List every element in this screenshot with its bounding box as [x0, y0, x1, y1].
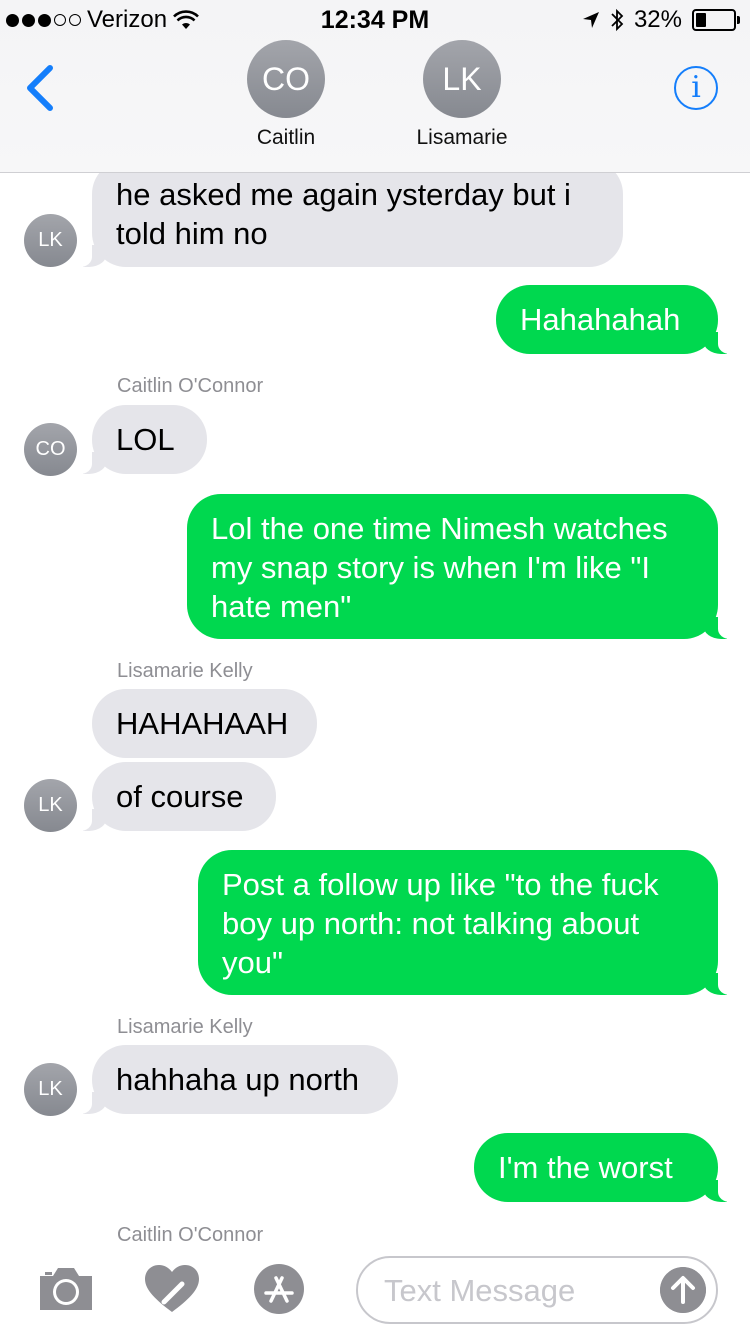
send-arrow-icon[interactable] — [660, 1267, 706, 1313]
status-bar: Verizon 12:34 PM 32% — [0, 0, 750, 40]
battery-percentage: 32% — [633, 6, 682, 33]
sender-avatar[interactable]: LK — [24, 214, 77, 267]
battery-icon — [692, 9, 740, 31]
message-bubble[interactable]: HAHAHAAH — [92, 689, 317, 758]
message-input[interactable]: Text Message — [356, 1256, 718, 1324]
message-line: Hahahahah — [520, 302, 681, 337]
message-line: I'm the worst — [498, 1150, 673, 1185]
message-line: HAHAHAAH — [116, 706, 289, 741]
sender-avatar[interactable]: LK — [24, 779, 77, 832]
sender-avatar[interactable]: LK — [24, 1063, 77, 1116]
message-bubble[interactable]: Lol the one time Nimesh watches my snap … — [187, 494, 736, 639]
message-line: of course — [116, 779, 244, 814]
contact-name: Caitlin — [256, 126, 316, 149]
camera-icon[interactable] — [36, 1262, 96, 1316]
message-line: you" — [222, 945, 283, 980]
message-bubble[interactable]: Post a follow up like "to the fuck boy u… — [198, 850, 736, 995]
message-line: hate men" — [211, 589, 352, 624]
message-line: hahhaha up north — [116, 1062, 360, 1097]
sender-name: Caitlin O'Connor — [117, 1224, 264, 1246]
contact-lisamarie[interactable]: LK Lisamarie — [407, 40, 517, 150]
message-line: boy up north: not talking about — [222, 906, 640, 941]
contact-avatar: LK — [423, 40, 501, 118]
info-icon[interactable]: i — [674, 66, 718, 110]
app-store-icon[interactable] — [249, 1262, 309, 1316]
message-bubble[interactable]: Hahahahah — [496, 285, 736, 354]
conversation-header: Verizon 12:34 PM 32% CO Caitlin LK Lisam… — [0, 0, 750, 173]
message-line: my snap story is when I'm like "I — [211, 550, 650, 585]
message-bubble[interactable]: I'm the worst — [474, 1133, 736, 1202]
message-line: told him no — [116, 216, 268, 251]
location-arrow-icon — [582, 12, 599, 28]
back-chevron-icon[interactable] — [22, 64, 62, 112]
message-bubble[interactable]: LOL — [74, 405, 207, 474]
bluetooth-icon — [611, 8, 624, 32]
message-bubble[interactable]: he asked me again ysterday but i told hi… — [74, 160, 623, 267]
message-line: Post a follow up like "to the fuck — [222, 867, 659, 902]
contact-avatar: CO — [247, 40, 325, 118]
message-line: Lol the one time Nimesh watches — [211, 511, 668, 546]
message-input-placeholder: Text Message — [384, 1273, 576, 1308]
compose-bar: Text Message — [0, 1248, 750, 1334]
status-right: 32% — [582, 6, 740, 34]
sender-name: Lisamarie Kelly — [117, 1016, 253, 1038]
message-bubble[interactable]: hahhaha up north — [74, 1045, 398, 1114]
sender-name: Lisamarie Kelly — [117, 660, 253, 682]
message-line: LOL — [116, 422, 175, 457]
contact-name: Lisamarie — [416, 126, 508, 149]
message-line: he asked me again ysterday but i — [116, 177, 571, 212]
digital-touch-icon[interactable] — [142, 1262, 202, 1316]
sender-name: Caitlin O'Connor — [117, 375, 264, 397]
battery-fill — [696, 13, 706, 27]
contact-caitlin[interactable]: CO Caitlin — [231, 40, 341, 150]
sender-avatar[interactable]: CO — [24, 423, 77, 476]
message-bubble[interactable]: of course — [74, 762, 276, 831]
